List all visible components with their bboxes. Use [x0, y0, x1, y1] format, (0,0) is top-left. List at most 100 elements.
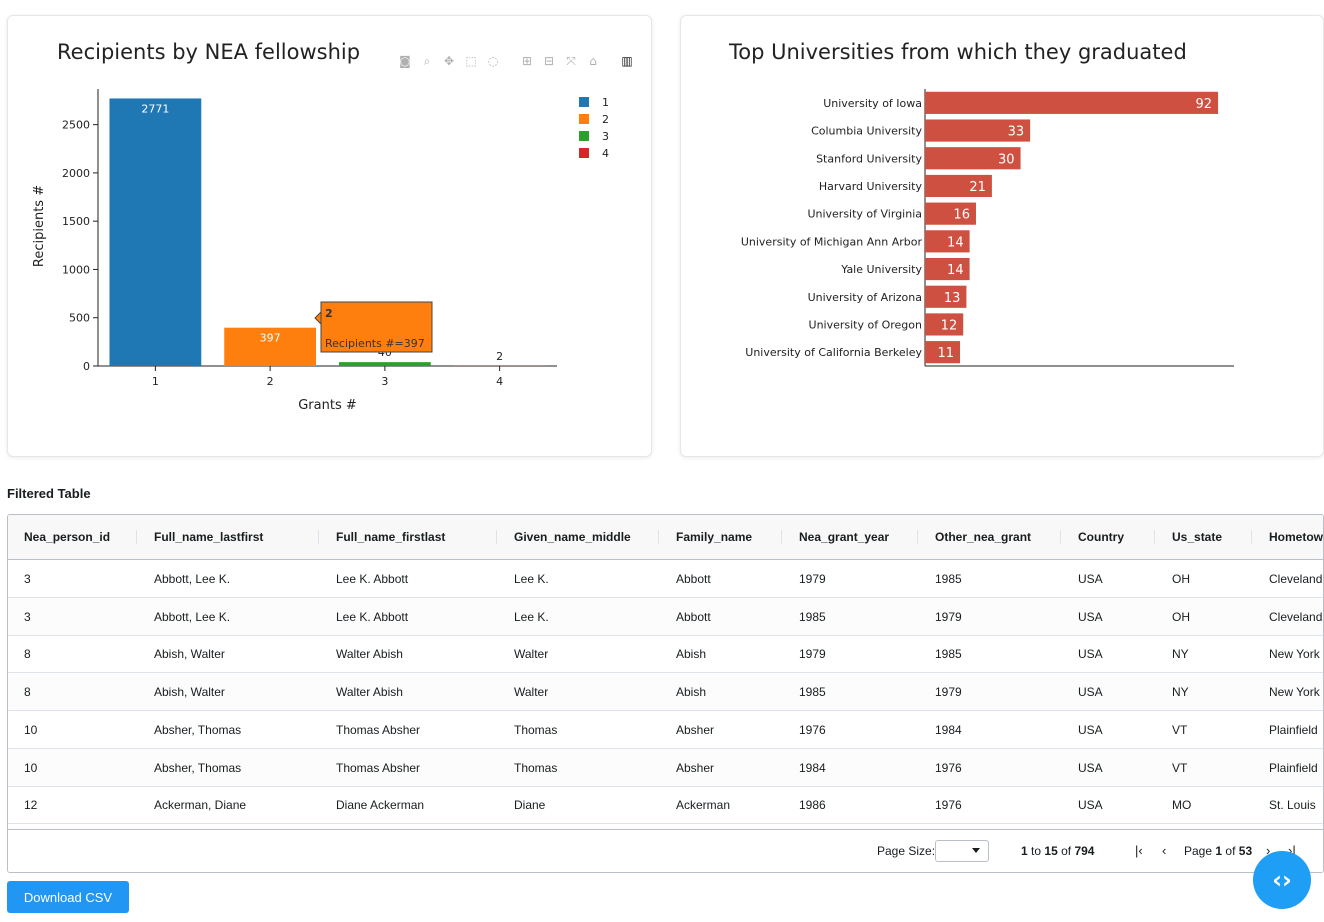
download-csv-button[interactable]: Download CSV — [7, 881, 129, 913]
table-cell: 1985 — [935, 647, 962, 662]
column-resize-handle[interactable] — [136, 530, 137, 544]
y-tick-label: Stanford University — [816, 152, 922, 165]
y-tick-label: 1500 — [62, 215, 90, 228]
table-cell: Abbott, Lee K. — [154, 609, 231, 624]
bar-value-label: 14 — [947, 235, 964, 250]
legend-label-4: 4 — [602, 147, 609, 160]
table-cell: 1984 — [935, 722, 962, 737]
table-cell: NY — [1172, 647, 1189, 662]
column-header-given-name-middle[interactable]: Given_name_middle — [514, 515, 631, 559]
column-header-us-state[interactable]: Us_state — [1172, 515, 1222, 559]
bar-value-label: 21 — [969, 180, 986, 195]
column-resize-handle[interactable] — [781, 530, 782, 544]
page-size-label: Page Size: — [877, 844, 936, 858]
column-header-full-name-lastfirst[interactable]: Full_name_lastfirst — [154, 515, 263, 559]
column-resize-handle[interactable] — [917, 530, 918, 544]
table-row[interactable]: 8 Abish, Walter Walter Abish Walter Abish 197… — [8, 635, 1323, 674]
row-from: 1 — [1021, 844, 1028, 858]
table-row[interactable]: 8 Abish, Walter Walter Abish Walter Abish 198… — [8, 673, 1323, 712]
page-size-select[interactable] — [935, 840, 989, 862]
table-cell: Lee K. Abbott — [336, 609, 409, 624]
column-resize-handle[interactable] — [318, 530, 319, 544]
row-total: 794 — [1074, 844, 1095, 858]
column-resize-handle[interactable] — [496, 530, 497, 544]
bar-value-label: 16 — [953, 208, 970, 223]
prev-page-icon[interactable]: ‹ — [1162, 830, 1166, 872]
table-cell: 1985 — [799, 609, 826, 624]
table-row[interactable]: 10 Absher, Thomas Thomas Absher Thomas Abshe… — [8, 748, 1323, 787]
row-range: 1 to 15 of 794 — [1021, 830, 1094, 872]
column-header-family-name[interactable]: Family_name — [676, 515, 752, 559]
table-cell: NY — [1172, 685, 1189, 700]
table-cell: Walter Abish — [336, 685, 403, 700]
to-word: to — [1031, 844, 1042, 858]
x-tick-label: 1 — [152, 375, 159, 388]
of-word: of — [1061, 844, 1072, 858]
table-row[interactable]: 3 Abbott, Lee K. Lee K. Abbott Lee K. Abbott… — [8, 597, 1323, 636]
column-header-other-nea-grant[interactable]: Other_nea_grant — [935, 515, 1031, 559]
bar-3 — [338, 362, 431, 366]
table-cell: 10 — [24, 722, 38, 737]
chevron-down-icon — [972, 848, 980, 853]
legend-label-1: 1 — [602, 96, 609, 109]
bar-value-label: 14 — [947, 263, 964, 278]
table-cell: 1984 — [799, 760, 826, 775]
table-cell: MO — [1172, 798, 1192, 813]
column-header-hometown[interactable]: Hometown — [1269, 515, 1323, 559]
column-resize-handle[interactable] — [658, 530, 659, 544]
table-cell: 1985 — [799, 685, 826, 700]
table-cell: 8 — [24, 647, 31, 662]
table-cell: Lee K. Abbott — [336, 572, 409, 586]
legend-swatch-3 — [579, 131, 589, 141]
table-row[interactable]: 12 Ackerman, Diane Diane Ackerman Diane Acke… — [8, 786, 1323, 825]
column-resize-handle[interactable] — [1154, 530, 1155, 544]
table-cell: New York — [1269, 685, 1320, 700]
table-cell: Cleveland — [1269, 609, 1323, 624]
table-cell: Ackerman — [676, 798, 731, 813]
table-cell: 1979 — [935, 685, 962, 700]
table-cell: Abbott, Lee K. — [154, 572, 231, 586]
table-cell: Walter Abish — [336, 647, 403, 662]
column-header-country[interactable]: Country — [1078, 515, 1124, 559]
y-tick-label: University of Michigan Ann Arbor — [741, 235, 923, 248]
bar-1 — [109, 98, 202, 366]
column-header-nea-person-id[interactable]: Nea_person_id — [24, 515, 110, 559]
table-cell: USA — [1078, 572, 1103, 586]
y-tick-label: 2000 — [62, 167, 90, 180]
column-header-full-name-firstlast[interactable]: Full_name_firstlast — [336, 515, 445, 559]
column-resize-handle[interactable] — [1251, 530, 1252, 544]
column-resize-handle[interactable] — [1060, 530, 1061, 544]
table-cell: 1979 — [799, 572, 826, 586]
table-cell: 1979 — [935, 609, 962, 624]
page-of-word: of — [1225, 844, 1236, 858]
y-tick-label: Columbia University — [811, 125, 922, 138]
table-cell: OH — [1172, 572, 1190, 586]
table-cell: 1976 — [935, 760, 962, 775]
tooltip-pointer — [314, 310, 322, 326]
table-cell: Ackerman, Diane — [154, 798, 247, 813]
table-cell: 10 — [24, 760, 38, 775]
table-cell: Lee K. — [514, 609, 549, 624]
table-cell: 1979 — [799, 647, 826, 662]
table-cell: 8 — [24, 685, 31, 700]
table-cell: Absher — [676, 722, 715, 737]
code-icon[interactable]: ‹› — [1253, 851, 1311, 909]
y-tick-label: 0 — [83, 360, 90, 373]
table-cell: USA — [1078, 798, 1103, 813]
y-tick-label: University of Arizona — [808, 291, 922, 304]
table-cell: 1986 — [799, 798, 826, 813]
tooltip-title: 2 — [325, 307, 333, 320]
x-tick-label: 3 — [381, 375, 388, 388]
legend-swatch-2 — [579, 114, 589, 124]
table-row[interactable]: 3 Abbott, Lee K. Lee K. Abbott Lee K. Abbott… — [8, 560, 1323, 598]
row-to: 15 — [1044, 844, 1058, 858]
table-cell: Abbott — [676, 572, 711, 586]
legend-swatch-1 — [579, 97, 589, 107]
bar-value-label: 397 — [260, 332, 281, 345]
column-header-nea-grant-year[interactable]: Nea_grant_year — [799, 515, 889, 559]
first-page-icon[interactable]: |‹ — [1135, 830, 1143, 872]
legend-label-3: 3 — [602, 130, 609, 143]
table-cell: Walter — [514, 685, 549, 700]
table-cell: VT — [1172, 722, 1188, 737]
table-row[interactable]: 10 Absher, Thomas Thomas Absher Thomas Abshe… — [8, 711, 1323, 749]
